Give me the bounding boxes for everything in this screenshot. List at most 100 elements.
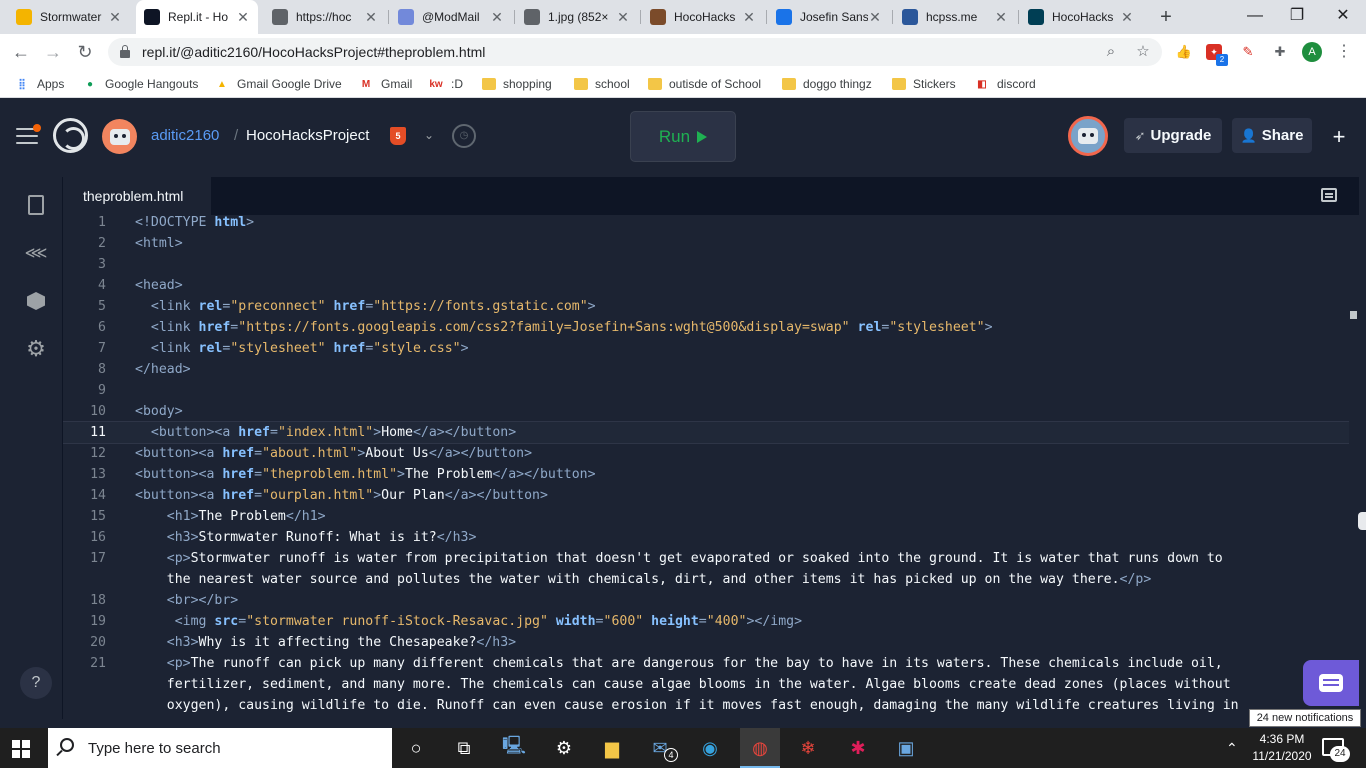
new-tab-button[interactable]: + <box>1154 5 1178 29</box>
file-explorer-icon[interactable]: ▆ <box>598 734 626 762</box>
tab-close-icon[interactable]: ✕ <box>616 9 630 26</box>
taskbar-clock[interactable]: 4:36 PM 11/21/2020 <box>1252 731 1312 765</box>
settings-gear-icon[interactable]: ⚙ <box>24 336 48 361</box>
computer-icon[interactable]: 🖳 <box>500 734 528 762</box>
username-link[interactable]: aditic2160 <box>151 127 219 144</box>
edge-icon[interactable]: ◉ <box>696 734 724 762</box>
code-line[interactable]: 1 <!DOCTYPE html> <box>63 215 1349 233</box>
editor-scrollbar[interactable] <box>1349 215 1359 719</box>
thumbs-up-extension-icon[interactable]: 👍 <box>1174 42 1194 62</box>
code-line[interactable]: 9 <box>63 380 1349 401</box>
code-line[interactable]: 12 <button><a href="about.html">About Us<… <box>63 443 1349 464</box>
address-bar[interactable]: repl.it/@aditic2160/HocoHacksProject#the… <box>108 38 1162 66</box>
pane-menu-icon[interactable] <box>1321 188 1337 202</box>
browser-tab[interactable]: HocoHacks ✕ <box>1020 0 1142 34</box>
scrollbar-thumb[interactable] <box>1350 311 1357 319</box>
red-app-icon[interactable]: ❄ <box>794 734 822 762</box>
code-line[interactable]: 14 <button><a href="ourplan.html">Our Pla… <box>63 485 1349 506</box>
tray-chevron-up-icon[interactable]: ⌃ <box>1226 740 1238 757</box>
files-icon[interactable] <box>24 193 48 217</box>
help-button[interactable]: ? <box>20 667 52 699</box>
browser-tab[interactable]: Stormwater ✕ <box>8 0 130 34</box>
task-view-icon[interactable]: ⧉ <box>450 734 478 762</box>
tab-close-icon[interactable]: ✕ <box>236 9 250 26</box>
code-line[interactable]: fertilizer, sediment, and many more. The… <box>63 674 1349 695</box>
bookmark-star-icon[interactable]: ☆ <box>1132 41 1154 63</box>
code-line[interactable]: 5 <link rel="preconnect" href="https://f… <box>63 296 1349 317</box>
chevron-down-icon[interactable]: ⌄ <box>422 125 436 145</box>
code-line[interactable]: 13 <button><a href="theproblem.html">The … <box>63 464 1349 485</box>
zoom-icon[interactable]: ⌕ <box>1100 41 1122 63</box>
file-tab[interactable]: theproblem.html <box>63 177 211 215</box>
photos-icon[interactable]: ▣ <box>892 734 920 762</box>
code-line[interactable]: 21 <p>The runoff can pick up many differ… <box>63 653 1349 674</box>
code-line[interactable]: 17 <p>Stormwater runoff is water from pr… <box>63 548 1349 569</box>
browser-tab[interactable]: @ModMail ✕ <box>390 0 512 34</box>
tab-close-icon[interactable]: ✕ <box>108 9 122 26</box>
slack-icon[interactable]: ✱ <box>844 734 872 762</box>
code-line[interactable]: 20 <h3>Why is it affecting the Chesapeak… <box>63 632 1349 653</box>
bookmark-item[interactable]: ● Google Hangouts <box>82 75 198 93</box>
code-editor[interactable]: 1 <!DOCTYPE html> 2 <html> 3 4 <head> 5 <link r… <box>63 215 1349 719</box>
close-window-button[interactable]: ✕ <box>1320 0 1366 32</box>
browser-menu-icon[interactable]: ⋮ <box>1334 40 1354 64</box>
browser-tab[interactable]: hcpss.me ✕ <box>894 0 1016 34</box>
browser-tab[interactable]: https://hoc ✕ <box>264 0 386 34</box>
tab-close-icon[interactable]: ✕ <box>868 9 882 26</box>
user-avatar[interactable] <box>102 119 137 154</box>
reload-button[interactable]: ↻ <box>72 39 98 65</box>
bookmark-item[interactable]: Stickers <box>892 75 956 93</box>
bookmark-item[interactable]: ◧ discord <box>974 75 1035 93</box>
profile-avatar[interactable]: A <box>1302 42 1322 62</box>
browser-tab[interactable]: 1.jpg (852× ✕ <box>516 0 638 34</box>
bookmark-item[interactable]: school <box>574 75 630 93</box>
code-line[interactable]: 16 <h3>Stormwater Runoff: What is it?</h… <box>63 527 1349 548</box>
browser-tab[interactable]: HocoHacks ✕ <box>642 0 764 34</box>
maximize-button[interactable]: ❐ <box>1274 0 1320 32</box>
extensions-puzzle-icon[interactable]: ✚ <box>1270 42 1290 62</box>
tab-close-icon[interactable]: ✕ <box>1120 9 1134 26</box>
code-line[interactable]: 15 <h1>The Problem</h1> <box>63 506 1349 527</box>
code-line[interactable]: 19 <img src="stormwater runoff-iStock-Re… <box>63 611 1349 632</box>
taskbar-search-box[interactable]: Type here to search <box>48 728 392 768</box>
bookmark-item[interactable]: ⣿ Apps <box>14 75 64 93</box>
settings-icon[interactable]: ⚙ <box>550 734 578 762</box>
code-line[interactable]: 7 <link rel="stylesheet" href="style.css… <box>63 338 1349 359</box>
browser-tab[interactable]: Josefin Sans ✕ <box>768 0 890 34</box>
packages-icon[interactable] <box>24 289 48 313</box>
add-pane-button[interactable]: + <box>1326 124 1352 150</box>
code-line[interactable]: 2 <html> <box>63 233 1349 254</box>
side-panel-toggle[interactable] <box>1358 512 1366 530</box>
pen-extension-icon[interactable]: ✎ <box>1238 42 1258 62</box>
bookmark-item[interactable]: doggo thingz <box>782 75 872 93</box>
windows-start-icon[interactable] <box>12 740 30 758</box>
chat-button[interactable] <box>1303 660 1359 706</box>
run-button[interactable]: Run <box>630 111 736 162</box>
history-icon[interactable]: ◷ <box>452 124 476 148</box>
replit-logo[interactable] <box>53 118 88 153</box>
code-line[interactable]: 10 <body> <box>63 401 1349 422</box>
code-line[interactable]: 8 </head> <box>63 359 1349 380</box>
back-button[interactable]: ← <box>8 39 34 65</box>
tab-close-icon[interactable]: ✕ <box>364 9 378 26</box>
tab-close-icon[interactable]: ✕ <box>994 9 1008 26</box>
code-line[interactable]: oxygen), causing wildlife to die. Runoff… <box>63 695 1349 716</box>
upgrade-button[interactable]: ➶ Upgrade <box>1124 118 1222 153</box>
share-button[interactable]: 👤 Share <box>1232 118 1312 153</box>
account-avatar[interactable] <box>1068 116 1108 156</box>
bookmark-item[interactable]: ▲ Gmail Google Drive <box>214 75 342 93</box>
code-line[interactable]: 6 <link href="https://fonts.googleapis.c… <box>63 317 1349 338</box>
code-line[interactable]: 4 <head> <box>63 275 1349 296</box>
bookmark-item[interactable]: shopping <box>482 75 552 93</box>
bookmark-item[interactable]: outisde of School <box>648 75 761 93</box>
cortana-icon[interactable]: ○ <box>402 734 430 762</box>
bookmark-item[interactable]: M Gmail <box>358 75 413 93</box>
tab-close-icon[interactable]: ✕ <box>490 9 504 26</box>
code-line[interactable]: 18 <br></br> <box>63 590 1349 611</box>
project-name[interactable]: HocoHacksProject <box>246 127 369 144</box>
forward-button[interactable]: → <box>40 39 66 65</box>
code-line[interactable]: 3 <box>63 254 1349 275</box>
tab-close-icon[interactable]: ✕ <box>742 9 756 26</box>
code-line[interactable]: the nearest water source and pollutes th… <box>63 569 1349 590</box>
browser-tab[interactable]: Repl.it - Ho ✕ <box>136 0 258 34</box>
